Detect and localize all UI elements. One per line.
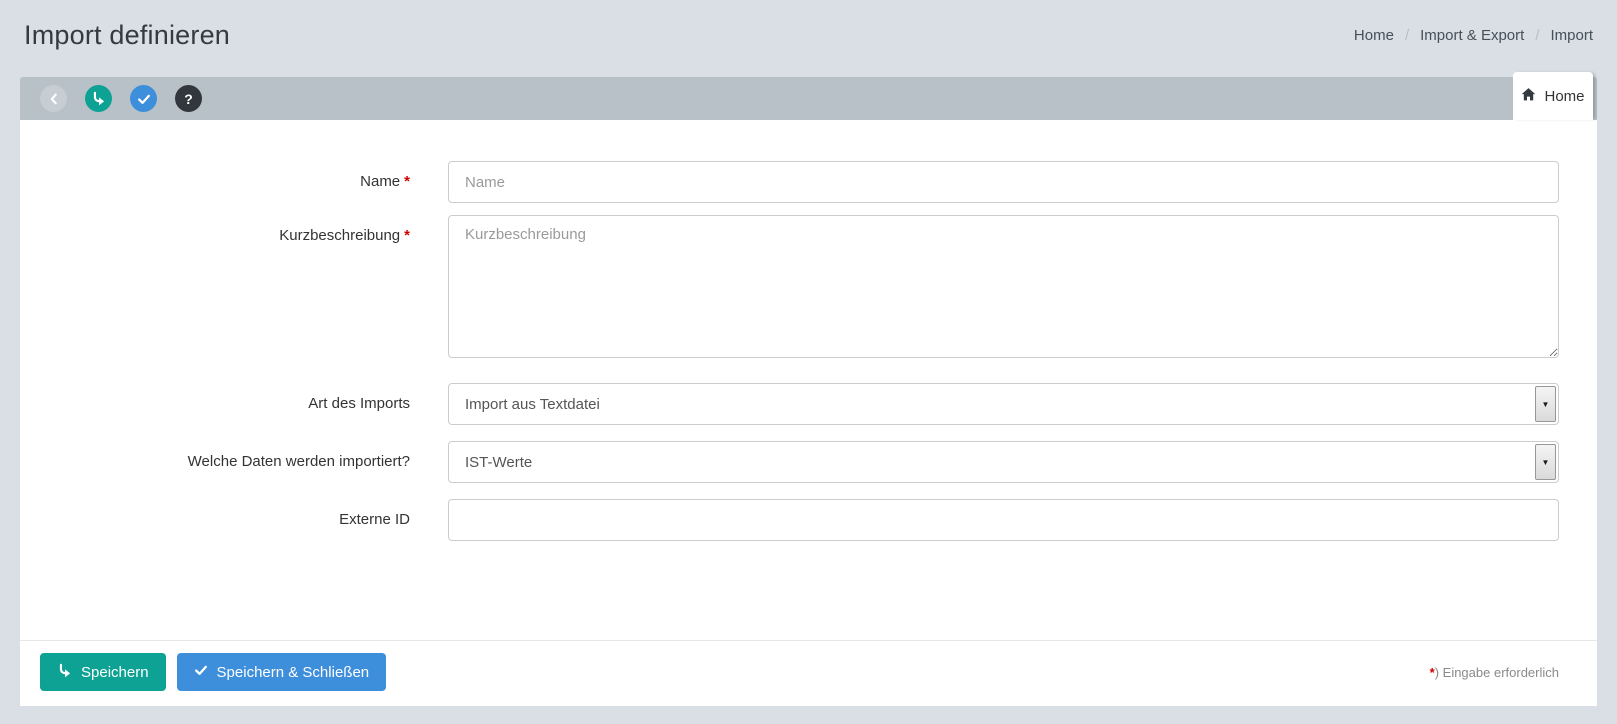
page-header: Import definieren Home / Import & Export… (0, 0, 1617, 77)
required-note: *) Eingabe erforderlich (1430, 665, 1559, 680)
form-footer: Speichern Speichern & Schließen *) Einga… (20, 640, 1597, 706)
check-icon (194, 663, 208, 681)
save-button[interactable]: Speichern (40, 653, 166, 691)
import-form: Name* Kurzbeschreibung* Art des Imports … (20, 120, 1597, 640)
form-row-externe-id: Externe ID (20, 499, 1559, 541)
kurzbeschreibung-textarea[interactable] (448, 215, 1559, 358)
chevron-left-icon (47, 92, 61, 106)
form-row-art-des-imports: Art des Imports Import aus Textdatei ▼ (20, 383, 1559, 425)
chevron-down-icon[interactable]: ▼ (1535, 386, 1556, 422)
save-arrow-icon (57, 663, 72, 682)
breadcrumb-import-export[interactable]: Import & Export (1420, 27, 1524, 44)
required-asterisk: * (404, 227, 410, 244)
home-icon (1521, 87, 1536, 106)
save-arrow-icon (91, 91, 106, 106)
welche-daten-label: Welche Daten werden importiert? (20, 441, 410, 472)
externe-id-label: Externe ID (20, 499, 410, 530)
form-row-name: Name* (20, 161, 1559, 203)
breadcrumb-import: Import (1550, 27, 1593, 44)
save-and-close-button-label: Speichern & Schließen (217, 664, 370, 681)
save-button-toolbar[interactable] (85, 85, 112, 112)
welche-daten-selected-value: IST-Werte (465, 454, 532, 471)
chevron-down-icon[interactable]: ▼ (1535, 444, 1556, 480)
art-des-imports-select[interactable]: Import aus Textdatei ▼ (448, 383, 1559, 425)
breadcrumb-separator: / (1405, 27, 1409, 44)
welche-daten-select[interactable]: IST-Werte ▼ (448, 441, 1559, 483)
help-button[interactable]: ? (175, 85, 202, 112)
form-row-welche-daten: Welche Daten werden importiert? IST-Wert… (20, 441, 1559, 483)
help-icon: ? (184, 91, 193, 107)
kurzbeschreibung-label: Kurzbeschreibung* (20, 215, 410, 246)
main-panel: ? Home Name* Kurzbeschreibung* (20, 77, 1597, 706)
name-input[interactable] (448, 161, 1559, 203)
save-close-button-toolbar[interactable] (130, 85, 157, 112)
toolbar: ? Home (20, 77, 1597, 120)
check-icon (137, 92, 151, 106)
art-des-imports-selected-value: Import aus Textdatei (465, 396, 600, 413)
art-des-imports-label: Art des Imports (20, 383, 410, 414)
breadcrumb-home[interactable]: Home (1354, 27, 1394, 44)
breadcrumb-separator: / (1535, 27, 1539, 44)
required-asterisk: * (404, 173, 410, 190)
name-label: Name* (20, 161, 410, 192)
externe-id-input[interactable] (448, 499, 1559, 541)
breadcrumb: Home / Import & Export / Import (1354, 27, 1593, 44)
page-title: Import definieren (24, 20, 230, 51)
back-button[interactable] (40, 85, 67, 112)
tab-home-label: Home (1544, 88, 1584, 105)
tab-home[interactable]: Home (1513, 72, 1593, 120)
save-and-close-button[interactable]: Speichern & Schließen (177, 653, 387, 691)
form-row-kurzbeschreibung: Kurzbeschreibung* (20, 215, 1559, 363)
save-button-label: Speichern (81, 664, 149, 681)
